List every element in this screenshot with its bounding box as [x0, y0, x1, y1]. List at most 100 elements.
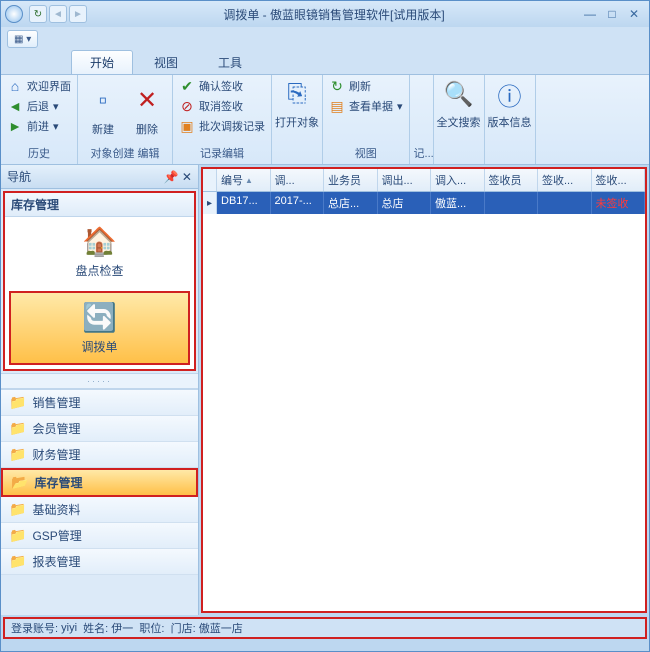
status-store-value: 傲蓝一店: [199, 620, 243, 636]
cell: [538, 192, 592, 214]
house-icon: 🏠: [5, 225, 194, 258]
grid-row[interactable]: ▸ DB17... 2017-... 总店... 总店 傲蓝... 未签收: [203, 192, 645, 214]
info-icon: ⓘ: [494, 78, 526, 110]
home-icon: ⌂: [7, 78, 23, 94]
search-icon: 🔍: [443, 78, 475, 110]
cat-report[interactable]: 📁报表管理: [1, 549, 198, 575]
app-orb-icon[interactable]: [5, 5, 23, 23]
cat-inventory[interactable]: 📂库存管理: [1, 468, 198, 497]
col-signer[interactable]: 签收员: [485, 169, 539, 191]
grid-header: 编号▲ 调... 业务员 调出... 调入... 签收员 签收... 签收...: [203, 169, 645, 192]
status-account-label: 登录账号:: [11, 620, 58, 636]
confirm-sign-button[interactable]: ✔确认签收: [177, 77, 267, 95]
group-history: ⌂欢迎界面 ◄后退▾ ►前进▾ 历史: [1, 75, 78, 164]
cell: [485, 192, 539, 214]
group-view: ↻刷新 ▤查看单据▾ 视图: [323, 75, 410, 164]
qat-layout-icon[interactable]: ▦ ▾: [7, 30, 38, 48]
folder-icon: 📁: [9, 446, 26, 463]
minimize-button[interactable]: —: [579, 7, 601, 21]
cell-status: 未签收: [592, 192, 646, 214]
folder-icon: 📁: [9, 553, 26, 570]
ribbon: ⌂欢迎界面 ◄后退▾ ►前进▾ 历史 ▫新建 ✕删除 对象创建 编辑 ✔确认签收…: [1, 75, 649, 165]
qat-refresh-icon[interactable]: ↻: [29, 5, 47, 23]
ribbon-tabs: 开始 视图 工具: [1, 51, 649, 75]
tab-tools[interactable]: 工具: [199, 50, 261, 74]
cell: 总店: [378, 192, 432, 214]
status-name-value: 伊一: [111, 620, 133, 636]
row-marker-head: [203, 169, 217, 191]
sidebar-section[interactable]: 库存管理: [5, 193, 194, 217]
fulltext-search-button[interactable]: 🔍全文搜索: [438, 77, 480, 131]
tab-start[interactable]: 开始: [71, 50, 133, 74]
group-caption: 视图: [327, 144, 405, 162]
status-bar: 登录账号: yiyi 姓名: 伊一 职位: 门店: 傲蓝一店: [3, 617, 647, 639]
col-sign1[interactable]: 签收...: [538, 169, 592, 191]
content-area: 编号▲ 调... 业务员 调出... 调入... 签收员 签收... 签收...…: [201, 167, 647, 613]
cat-finance[interactable]: 📁财务管理: [1, 442, 198, 468]
document-icon: ▫: [87, 85, 119, 117]
cancel-sign-button[interactable]: ⊘取消签收: [177, 97, 267, 115]
nav-transfer-order[interactable]: 🔄 调拨单: [9, 291, 190, 365]
status-account-value: yiyi: [61, 622, 77, 634]
group-create: ▫新建 ✕删除 对象创建 编辑: [78, 75, 173, 164]
delete-button[interactable]: ✕删除: [126, 77, 168, 144]
version-info-button[interactable]: ⓘ版本信息: [489, 77, 531, 131]
qat-forward-icon[interactable]: ►: [69, 5, 87, 23]
cell: DB17...: [217, 192, 271, 214]
cat-gsp[interactable]: 📁GSP管理: [1, 523, 198, 549]
col-out[interactable]: 调出...: [378, 169, 432, 191]
folder-icon: 📁: [9, 527, 26, 544]
group-caption: 历史: [5, 144, 73, 162]
group-caption: [489, 148, 531, 162]
forward-button[interactable]: ►前进▾: [5, 117, 73, 135]
pin-icon[interactable]: 📌 ✕: [164, 170, 192, 184]
cat-member[interactable]: 📁会员管理: [1, 416, 198, 442]
status-name-label: 姓名:: [83, 620, 108, 636]
group-caption: 记...: [414, 144, 429, 162]
group-caption: [438, 148, 480, 162]
view-sheet-button[interactable]: ▤查看单据▾: [327, 97, 405, 115]
close-button[interactable]: ✕: [623, 7, 645, 21]
group-caption: [276, 148, 318, 162]
open-icon: ⎘: [281, 78, 313, 110]
qat-back-icon[interactable]: ◄: [49, 5, 67, 23]
sidebar-categories: 📁销售管理 📁会员管理 📁财务管理 📂库存管理 📁基础资料 📁GSP管理 📁报表…: [1, 389, 198, 575]
title-bar: ↻ ◄ ► 调拨单 - 傲蓝眼镜销售管理软件[试用版本] — □ ✕: [1, 1, 649, 27]
sidebar-gripper[interactable]: ·····: [1, 373, 198, 389]
sort-asc-icon: ▲: [245, 176, 253, 185]
cat-basic[interactable]: 📁基础资料: [1, 497, 198, 523]
nav-inventory-check[interactable]: 🏠 盘点检查: [5, 217, 194, 287]
col-in[interactable]: 调入...: [431, 169, 485, 191]
sidebar-header: 导航 📌 ✕: [1, 165, 198, 189]
folder-icon: 📂: [11, 474, 28, 491]
forward-icon: ►: [7, 118, 23, 134]
back-icon: ◄: [7, 98, 23, 114]
sidebar-title: 导航: [7, 168, 31, 185]
check-icon: ✔: [179, 78, 195, 94]
refresh-button[interactable]: ↻刷新: [327, 77, 405, 95]
col-salesman[interactable]: 业务员: [324, 169, 378, 191]
cell: 傲蓝...: [431, 192, 485, 214]
status-pos-label: 职位:: [139, 620, 164, 636]
folder-icon: ▣: [179, 118, 195, 134]
new-button[interactable]: ▫新建: [82, 77, 124, 144]
tab-view[interactable]: 视图: [135, 50, 197, 74]
window-title: 调拨单 - 傲蓝眼镜销售管理软件[试用版本]: [89, 6, 579, 23]
open-object-button[interactable]: ⎘打开对象: [276, 77, 318, 131]
sidebar: 导航 📌 ✕ 库存管理 🏠 盘点检查 🔄 调拨单 ····· 📁销售管理 📁会员…: [1, 165, 199, 615]
row-marker: ▸: [203, 192, 217, 214]
folder-icon: 📁: [9, 501, 26, 518]
refresh-icon: ↻: [329, 78, 345, 94]
sheet-icon: ▤: [329, 98, 345, 114]
maximize-button[interactable]: □: [601, 7, 623, 21]
col-number[interactable]: 编号▲: [217, 169, 271, 191]
col-sign2[interactable]: 签收...: [592, 169, 646, 191]
cat-sales[interactable]: 📁销售管理: [1, 390, 198, 416]
batch-record-button[interactable]: ▣批次调拨记录: [177, 117, 267, 135]
cell: 总店...: [324, 192, 378, 214]
welcome-button[interactable]: ⌂欢迎界面: [5, 77, 73, 95]
col-1[interactable]: 调...: [271, 169, 325, 191]
group-record: ✔确认签收 ⊘取消签收 ▣批次调拨记录 记录编辑: [173, 75, 272, 164]
cell: 2017-...: [271, 192, 325, 214]
back-button[interactable]: ◄后退▾: [5, 97, 73, 115]
